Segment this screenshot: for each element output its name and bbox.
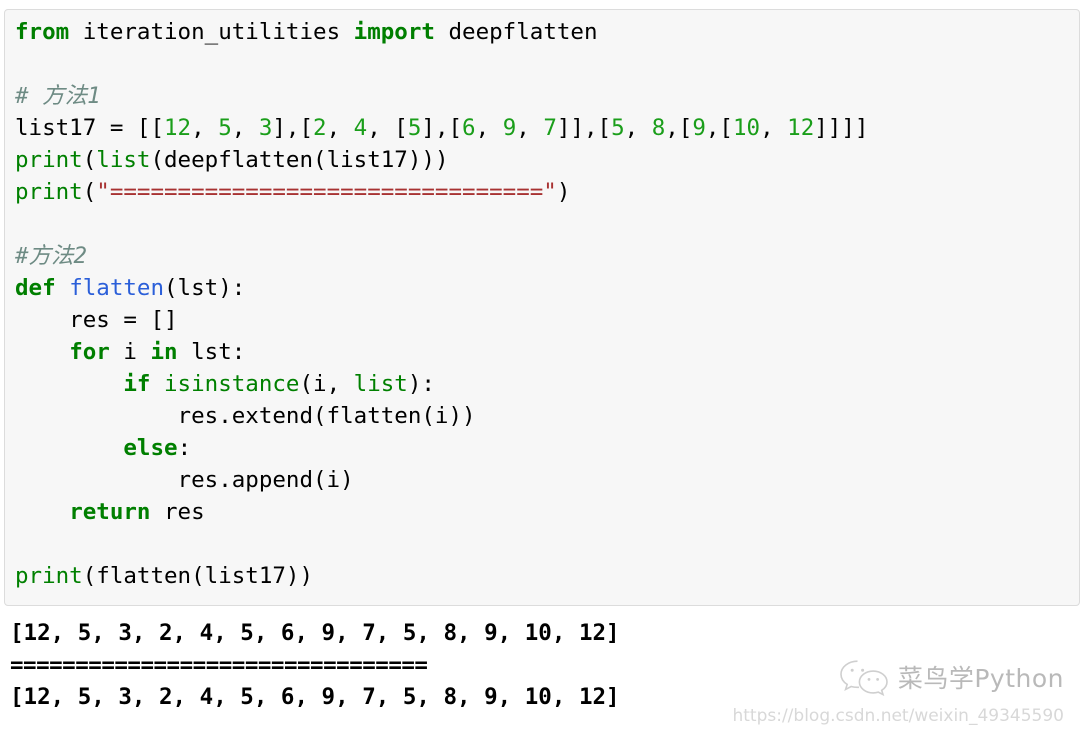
- code-token: from: [15, 19, 70, 45]
- code-token: 5: [407, 115, 422, 141]
- code-token: ],[: [272, 115, 314, 141]
- code-token: 4: [353, 115, 368, 141]
- code-token: print: [15, 147, 83, 173]
- code-line: res.append(i): [15, 464, 1075, 496]
- code-line: res.extend(flatten(i)): [15, 400, 1075, 432]
- code-token: (i,: [299, 371, 354, 397]
- code-token: 7: [543, 115, 557, 141]
- code-token: in: [150, 339, 178, 365]
- code-token: 8: [651, 115, 666, 141]
- code-token: res.extend(flatten(i)): [15, 403, 476, 429]
- code-token: ,: [624, 115, 652, 141]
- code-token: i: [109, 339, 151, 365]
- code-cell[interactable]: from iteration_utilities import deepflat…: [4, 9, 1080, 606]
- code-line: from iteration_utilities import deepflat…: [15, 16, 1075, 48]
- code-line: def flatten(lst):: [15, 272, 1075, 304]
- code-token: else: [123, 435, 178, 461]
- code-token: 3: [258, 115, 273, 141]
- code-token: 10: [732, 115, 761, 141]
- code-token: print: [15, 179, 83, 205]
- code-token: (: [82, 147, 97, 173]
- code-token: ]],[: [556, 115, 612, 141]
- code-token: ,: [231, 115, 259, 141]
- code-token: (: [82, 179, 97, 205]
- code-line: #方法2: [15, 240, 1075, 272]
- cell-output: [12, 5, 3, 2, 4, 5, 6, 9, 7, 5, 8, 9, 10…: [10, 617, 1070, 713]
- code-token: ],[: [421, 115, 463, 141]
- code-token: 5: [218, 115, 232, 141]
- code-token: res: [150, 499, 205, 525]
- output-line: ================================: [10, 652, 428, 678]
- code-line: print(flatten(list17)): [15, 560, 1075, 592]
- code-token: flatten: [69, 275, 165, 301]
- code-line: # 方法1: [15, 80, 1075, 112]
- code-token: list: [353, 371, 408, 397]
- code-token: res.append(i): [15, 467, 354, 493]
- code-line: for i in lst:: [15, 336, 1075, 368]
- output-line: [12, 5, 3, 2, 4, 5, 6, 9, 7, 5, 8, 9, 10…: [10, 620, 620, 646]
- code-token: 12: [787, 115, 815, 141]
- code-token: isinstance: [164, 371, 300, 397]
- code-token: ):: [407, 371, 435, 397]
- code-token: ,[: [705, 115, 733, 141]
- code-line: print("================================"…: [15, 176, 1075, 208]
- code-line: if isinstance(i, list):: [15, 368, 1075, 400]
- code-token: list17 = [[: [15, 115, 165, 141]
- code-token: 6: [462, 115, 476, 141]
- output-line: [12, 5, 3, 2, 4, 5, 6, 9, 7, 5, 8, 9, 10…: [10, 684, 620, 710]
- code-token: ): [556, 179, 571, 205]
- code-token: 2: [313, 115, 327, 141]
- code-token: import: [353, 19, 435, 45]
- code-token: deepflatten: [434, 19, 598, 45]
- code-token: list: [96, 147, 151, 173]
- code-line: res = []: [15, 304, 1075, 336]
- code-token: ]]]]: [814, 115, 869, 141]
- code-token: iteration_utilities: [69, 19, 354, 45]
- code-token: if: [123, 371, 151, 397]
- code-editor[interactable]: from iteration_utilities import deepflat…: [15, 16, 1075, 592]
- code-token: 12: [164, 115, 192, 141]
- code-token: # 方法1: [15, 83, 101, 109]
- code-line: return res: [15, 496, 1075, 528]
- code-token: #方法2: [15, 243, 88, 269]
- code-token: (flatten(list17)): [82, 563, 314, 589]
- code-token: ,: [191, 115, 219, 141]
- code-token: def: [15, 275, 56, 301]
- code-token: 9: [502, 115, 517, 141]
- code-token: return: [69, 499, 151, 525]
- code-token: (deepflatten(list17))): [150, 147, 449, 173]
- code-token: ,[: [665, 115, 693, 141]
- code-token: print: [15, 563, 83, 589]
- code-token: ,: [516, 115, 544, 141]
- code-token: ,: [475, 115, 503, 141]
- code-token: for: [69, 339, 110, 365]
- code-token: lst:: [177, 339, 246, 365]
- code-token: , [: [367, 115, 408, 141]
- code-token: ,: [326, 115, 354, 141]
- code-token: 5: [611, 115, 625, 141]
- code-line: else:: [15, 432, 1075, 464]
- code-token: 9: [692, 115, 706, 141]
- code-token: :: [177, 435, 192, 461]
- code-line: list17 = [[12, 5, 3],[2, 4, [5],[6, 9, 7…: [15, 112, 1075, 144]
- code-token: "================================": [96, 179, 557, 205]
- code-token: res = []: [15, 307, 178, 333]
- code-token: ,: [760, 115, 788, 141]
- code-line: print(list(deepflatten(list17))): [15, 144, 1075, 176]
- code-token: (lst):: [164, 275, 246, 301]
